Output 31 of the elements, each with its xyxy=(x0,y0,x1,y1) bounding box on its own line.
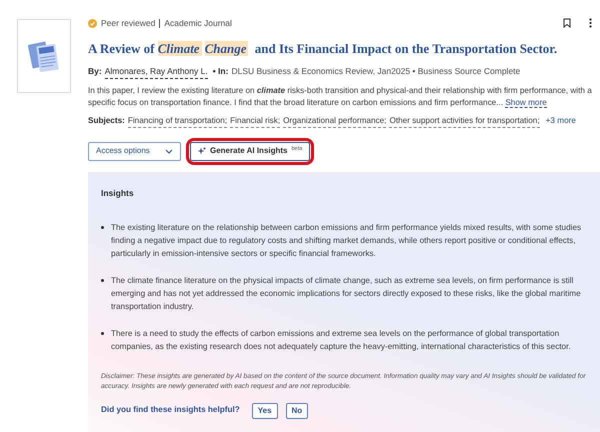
subject-link[interactable]: Financial risk; xyxy=(230,114,280,128)
subject-link[interactable]: Organizational performance; xyxy=(283,114,386,128)
source-text: DLSU Business & Economics Review, Jan2025 • Business Source Complete xyxy=(231,65,520,78)
publication-type-label: Academic Journal xyxy=(164,17,232,30)
chevron-down-icon xyxy=(165,148,173,154)
author-label: By: xyxy=(88,65,102,78)
bullet-icon xyxy=(101,226,104,229)
feedback-question: Did you find these insights helpful? xyxy=(101,404,240,416)
bullet-icon xyxy=(101,278,104,282)
insight-text: The existing literature on the relationship between carbon emissions and firm performance yields mixed results, with some studies finding a negative impact due to regulatory costs and shifting market demands, while others report positive or conditional effects, particularly in emission-intensive sectors or specific financial frameworks. xyxy=(111,222,582,260)
generate-ai-insights-button[interactable]: Generate AI Insights $^{beta}$ xyxy=(190,142,310,161)
more-options-icon[interactable] xyxy=(589,18,592,28)
feedback-button[interactable]: No xyxy=(286,402,308,419)
more-subjects-link[interactable]: +3 more xyxy=(546,115,576,128)
sparkle-icon xyxy=(198,147,206,156)
access-options-dropdown[interactable]: Access options xyxy=(88,142,181,161)
peer-reviewed-label: Peer reviewed xyxy=(101,17,156,30)
subjects-label: Subjects: xyxy=(88,115,125,127)
article-title-link[interactable]: A Review of Climate Change and Its Financial Impact on the Transportation Sector. xyxy=(88,38,558,59)
show-more-link[interactable]: Show more xyxy=(505,98,547,108)
insight-text: There is a need to study the effects of carbon emissions and extreme sea levels on the performance of global transportation companies, as the existing research does not adequately capture the heavy-emitting, international characteristics of this sector. xyxy=(111,328,572,353)
insight-text: The climate finance literature on the physical impacts of climate change, such as extreme sea levels, on firm performance is still emerging and has not yet addressed the economic implications for sectors directly exposed to these risks, like the global maritime transportation industry. xyxy=(111,274,582,313)
insights-heading: Insights xyxy=(101,186,135,200)
bullet-icon xyxy=(101,332,104,335)
subject-link[interactable]: Financing of transportation; xyxy=(128,114,228,128)
author-link[interactable]: Almonares, Ray Anthony L. xyxy=(104,64,208,78)
subject-link[interactable]: Other support activities for transportation; xyxy=(389,114,540,128)
abstract-text: In this paper, I review the existing literature on climate risks-both transition and physical-and their relationship with firm performance, with a specific focus on transportation finance. I find that the broad literature on carbon emissions and firm performance... Show more xyxy=(88,84,592,108)
feedback-button[interactable]: Yes xyxy=(252,402,278,419)
bookmark-icon[interactable] xyxy=(563,18,571,28)
in-label: • In: xyxy=(212,65,228,78)
